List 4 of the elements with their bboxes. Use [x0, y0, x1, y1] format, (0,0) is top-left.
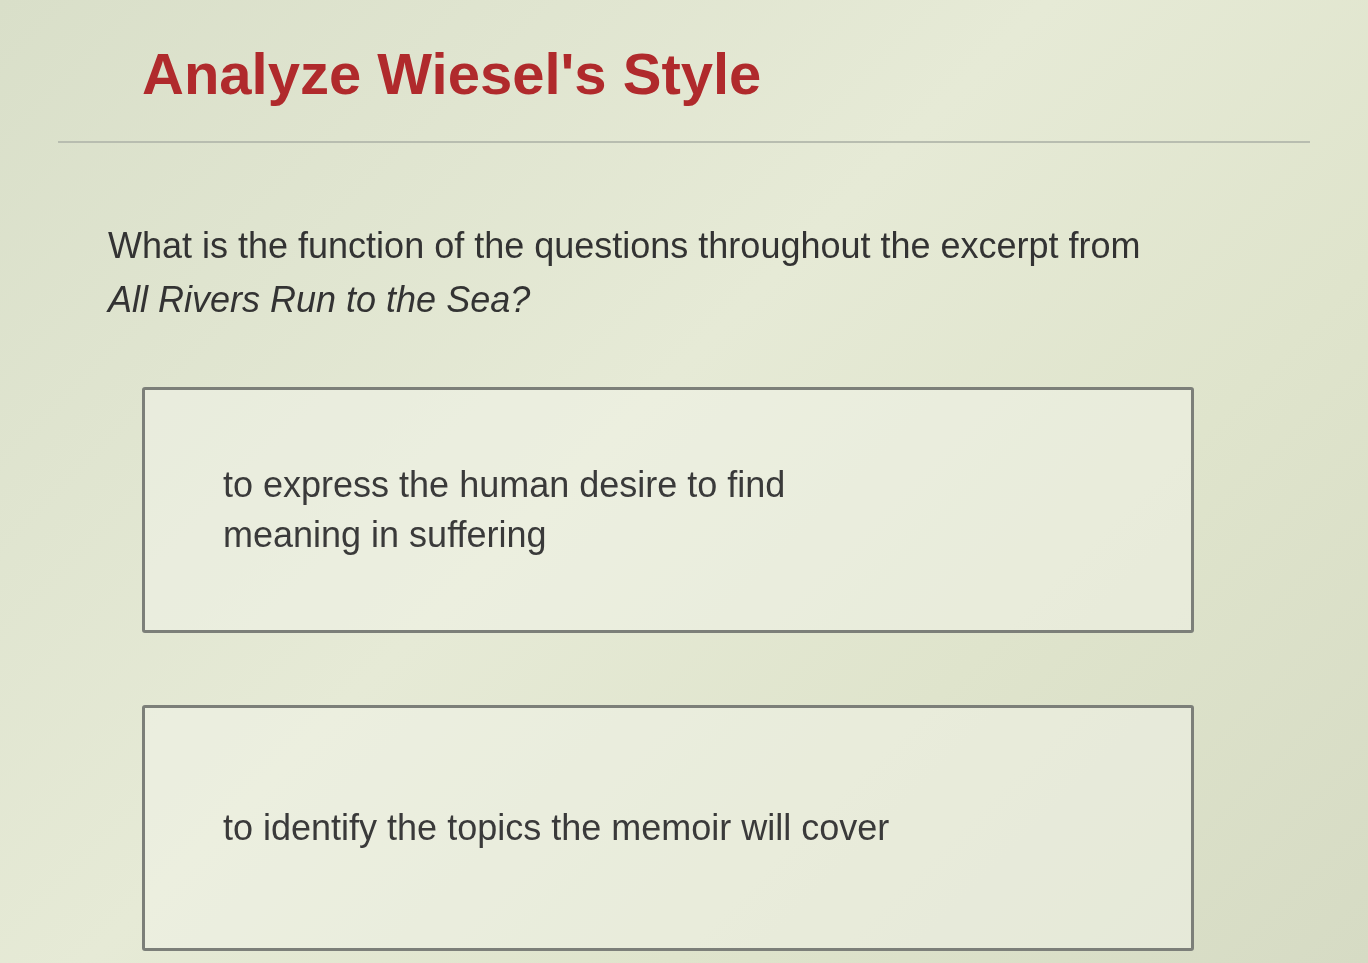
answer-option[interactable]: to express the human desire to find meaning in suffering [142, 387, 1194, 634]
page-title: Analyze Wiesel's Style [142, 40, 762, 108]
answer-option[interactable]: to identify the topics the memoir will cover [142, 705, 1194, 952]
question-text: What is the function of the questions throughout the excerpt from All Rivers Run to the Sea? [108, 224, 1142, 323]
